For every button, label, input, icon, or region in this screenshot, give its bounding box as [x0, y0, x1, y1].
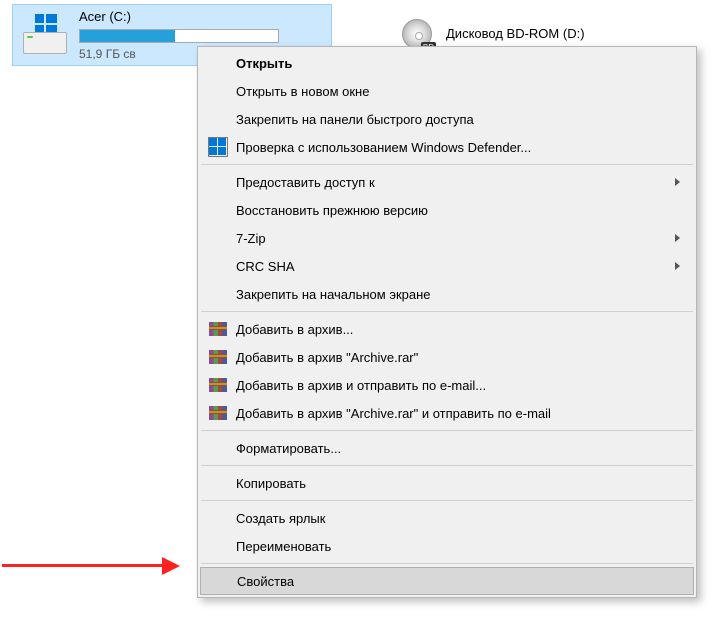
menu-separator [201, 164, 693, 165]
menu-add-archive[interactable]: Добавить в архив... [200, 315, 694, 343]
menu-label: Форматировать... [236, 441, 341, 456]
menu-add-archive-rar[interactable]: Добавить в архив "Archive.rar" [200, 343, 694, 371]
defender-shield-icon [208, 137, 228, 157]
drive-d-label: Дисковод BD-ROM (D:) [446, 26, 585, 44]
menu-label: Проверка с использованием Windows Defend… [236, 140, 531, 155]
menu-separator [201, 465, 693, 466]
blank-icon [208, 81, 228, 101]
blank-icon [208, 256, 228, 276]
menu-seven-zip[interactable]: 7-Zip [200, 224, 694, 252]
menu-give-access[interactable]: Предоставить доступ к [200, 168, 694, 196]
chevron-right-icon [675, 178, 680, 186]
menu-open-label: Открыть [236, 56, 292, 71]
blank-icon [209, 571, 229, 591]
context-menu: Открыть Открыть в новом окне Закрепить н… [197, 46, 697, 598]
menu-separator [201, 500, 693, 501]
blank-icon [208, 172, 228, 192]
menu-label: Закрепить на панели быстрого доступа [236, 112, 474, 127]
menu-label: Предоставить доступ к [236, 175, 375, 190]
menu-label: CRC SHA [236, 259, 295, 274]
menu-create-shortcut[interactable]: Создать ярлык [200, 504, 694, 532]
winrar-icon [208, 403, 228, 423]
menu-separator [201, 311, 693, 312]
menu-properties[interactable]: Свойства [200, 567, 694, 595]
menu-add-archive-rar-email[interactable]: Добавить в архив "Archive.rar" и отправи… [200, 399, 694, 427]
blank-icon [208, 284, 228, 304]
menu-pin-quick-access[interactable]: Закрепить на панели быстрого доступа [200, 105, 694, 133]
menu-crc-sha[interactable]: CRC SHA [200, 252, 694, 280]
menu-defender-check[interactable]: Проверка с использованием Windows Defend… [200, 133, 694, 161]
blank-icon [208, 200, 228, 220]
drive-c-icon [21, 14, 69, 56]
menu-label: Свойства [237, 574, 294, 589]
menu-open-new-window[interactable]: Открыть в новом окне [200, 77, 694, 105]
winrar-icon [208, 375, 228, 395]
winrar-icon [208, 319, 228, 339]
blank-icon [208, 109, 228, 129]
menu-label: Переименовать [236, 539, 331, 554]
menu-label: Закрепить на начальном экране [236, 287, 431, 302]
winrar-icon [208, 347, 228, 367]
blank-icon [208, 438, 228, 458]
chevron-right-icon [675, 262, 680, 270]
annotation-arrow [2, 555, 182, 575]
drive-c-capacity-bar [79, 29, 279, 43]
menu-pin-start[interactable]: Закрепить на начальном экране [200, 280, 694, 308]
blank-icon [208, 228, 228, 248]
drive-c-label: Acer (C:) [79, 9, 323, 27]
blank-icon [208, 508, 228, 528]
menu-format[interactable]: Форматировать... [200, 434, 694, 462]
menu-label: Восстановить прежнюю версию [236, 203, 428, 218]
menu-copy[interactable]: Копировать [200, 469, 694, 497]
menu-restore-previous[interactable]: Восстановить прежнюю версию [200, 196, 694, 224]
menu-label: Копировать [236, 476, 306, 491]
menu-add-archive-email[interactable]: Добавить в архив и отправить по e-mail..… [200, 371, 694, 399]
menu-rename[interactable]: Переименовать [200, 532, 694, 560]
menu-label: 7-Zip [236, 231, 266, 246]
menu-label: Создать ярлык [236, 511, 325, 526]
menu-label: Добавить в архив и отправить по e-mail..… [236, 378, 486, 393]
chevron-right-icon [675, 234, 680, 242]
menu-separator [201, 563, 693, 564]
blank-icon [208, 536, 228, 556]
menu-label: Добавить в архив "Archive.rar" и отправи… [236, 406, 551, 421]
menu-separator [201, 430, 693, 431]
blank-icon [208, 473, 228, 493]
menu-open[interactable]: Открыть [200, 49, 694, 77]
menu-label: Добавить в архив "Archive.rar" [236, 350, 418, 365]
blank-icon [208, 53, 228, 73]
menu-label: Открыть в новом окне [236, 84, 369, 99]
menu-label: Добавить в архив... [236, 322, 353, 337]
